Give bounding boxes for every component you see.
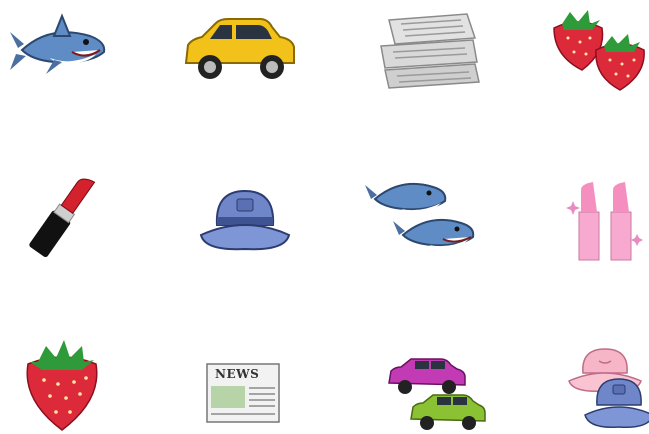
cell-car-yellow <box>180 15 300 85</box>
cell-sharks-pair <box>365 175 480 265</box>
strawberry-icon <box>553 10 645 91</box>
cell-lipsticks-pink <box>565 178 645 263</box>
cell-strawberries <box>548 8 648 93</box>
cell-bucket-hat-blue <box>195 185 295 255</box>
cell-strawberry <box>22 340 102 432</box>
cell-bucket-hats-pair <box>565 345 649 430</box>
newspaper-headline: NEWS <box>215 367 260 381</box>
newspaper-icon <box>380 13 480 89</box>
bucket-hat-icon <box>199 189 291 251</box>
bucket-hat-icon <box>568 348 649 428</box>
lipstick-icon <box>29 178 96 257</box>
shark-icon <box>365 182 475 249</box>
car-icon <box>184 18 295 79</box>
cell-newspaper-stack <box>375 10 485 90</box>
lipstick-icon <box>566 182 643 261</box>
car-icon <box>388 358 486 430</box>
cell-lipstick <box>28 168 98 263</box>
strawberry-icon <box>26 340 98 431</box>
cell-shark <box>10 10 110 85</box>
cell-newspaper: NEWS <box>205 362 285 427</box>
shark-icon <box>10 13 106 74</box>
cell-cars-pair <box>385 355 486 433</box>
